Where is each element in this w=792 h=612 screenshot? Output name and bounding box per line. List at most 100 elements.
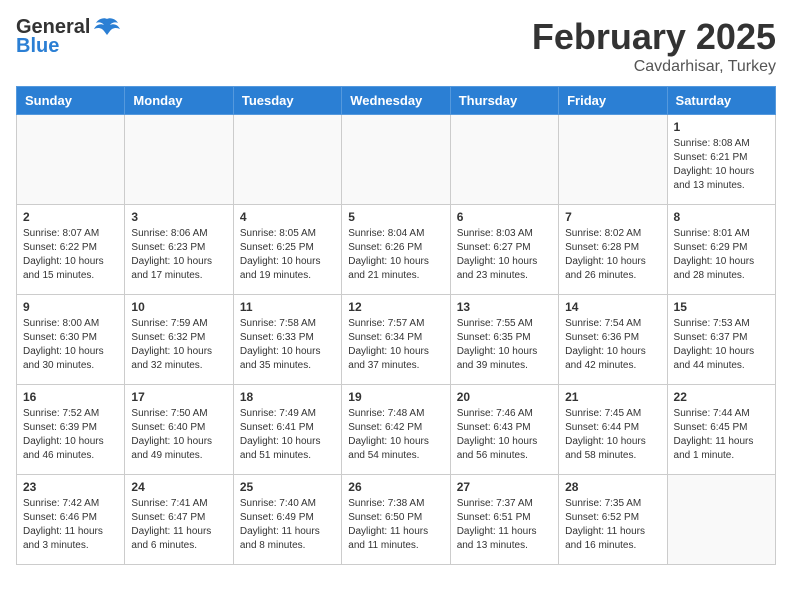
day-number: 17 — [131, 390, 226, 404]
day-info: Sunrise: 7:44 AM Sunset: 6:45 PM Dayligh… — [674, 407, 769, 463]
day-of-week-header: Monday — [125, 87, 233, 115]
day-info: Sunrise: 8:07 AM Sunset: 6:22 PM Dayligh… — [23, 227, 118, 283]
calendar-cell: 20Sunrise: 7:46 AM Sunset: 6:43 PM Dayli… — [450, 385, 558, 475]
day-number: 5 — [348, 210, 443, 224]
day-number: 16 — [23, 390, 118, 404]
calendar-cell: 24 Sunrise: 7:41 AM Sunset: 6:47 PM Dayli… — [125, 475, 233, 565]
day-info: Sunrise: 7:48 AM Sunset: 6:42 PM Dayligh… — [348, 407, 443, 463]
day-number: 3 — [131, 210, 226, 224]
day-number: 4 — [240, 210, 335, 224]
calendar-cell: 9 Sunrise: 8:00 AM Sunset: 6:30 PM Daylig… — [17, 295, 125, 385]
day-of-week-header: Friday — [559, 87, 667, 115]
calendar-cell: 5 Sunrise: 8:04 AM Sunset: 6:26 PM Daylig… — [342, 205, 450, 295]
calendar-cell — [17, 115, 125, 205]
day-info: Sunrise: 7:58 AM Sunset: 6:33 PM Dayligh… — [240, 317, 335, 373]
page-header: General Blue February 2025 Cavdarhisar, … — [16, 16, 776, 76]
week-row: 16Sunrise: 7:52 AM Sunset: 6:39 PM Dayli… — [17, 385, 776, 475]
calendar-cell: 19 Sunrise: 7:48 AM Sunset: 6:42 PM Dayli… — [342, 385, 450, 475]
calendar-cell — [559, 115, 667, 205]
calendar-cell: 11 Sunrise: 7:58 AM Sunset: 6:33 PM Dayli… — [233, 295, 341, 385]
calendar-cell: 12 Sunrise: 7:57 AM Sunset: 6:34 PM Dayli… — [342, 295, 450, 385]
calendar-cell: 2Sunrise: 8:07 AM Sunset: 6:22 PM Daylig… — [17, 205, 125, 295]
calendar-cell: 13 Sunrise: 7:55 AM Sunset: 6:35 PM Dayli… — [450, 295, 558, 385]
calendar-cell: 14 Sunrise: 7:54 AM Sunset: 6:36 PM Dayli… — [559, 295, 667, 385]
calendar-cell: 17 Sunrise: 7:50 AM Sunset: 6:40 PM Dayli… — [125, 385, 233, 475]
day-info: Sunrise: 7:46 AM Sunset: 6:43 PM Dayligh… — [457, 407, 552, 463]
calendar-cell — [233, 115, 341, 205]
day-number: 27 — [457, 480, 552, 494]
title-area: February 2025 Cavdarhisar, Turkey — [532, 16, 776, 76]
day-info: Sunrise: 7:50 AM Sunset: 6:40 PM Dayligh… — [131, 407, 226, 463]
day-info: Sunrise: 7:40 AM Sunset: 6:49 PM Dayligh… — [240, 497, 335, 553]
day-number: 21 — [565, 390, 660, 404]
week-row: 9 Sunrise: 8:00 AM Sunset: 6:30 PM Daylig… — [17, 295, 776, 385]
day-number: 13 — [457, 300, 552, 314]
day-number: 12 — [348, 300, 443, 314]
calendar-cell: 27 Sunrise: 7:37 AM Sunset: 6:51 PM Dayli… — [450, 475, 558, 565]
day-info: Sunrise: 7:37 AM Sunset: 6:51 PM Dayligh… — [457, 497, 552, 553]
day-info: Sunrise: 8:02 AM Sunset: 6:28 PM Dayligh… — [565, 227, 660, 283]
calendar-cell: 8Sunrise: 8:01 AM Sunset: 6:29 PM Daylig… — [667, 205, 775, 295]
day-info: Sunrise: 8:01 AM Sunset: 6:29 PM Dayligh… — [674, 227, 769, 283]
month-title: February 2025 — [532, 16, 776, 58]
calendar-cell: 4 Sunrise: 8:05 AM Sunset: 6:25 PM Daylig… — [233, 205, 341, 295]
day-of-week-header: Tuesday — [233, 87, 341, 115]
calendar-cell: 16Sunrise: 7:52 AM Sunset: 6:39 PM Dayli… — [17, 385, 125, 475]
logo-blue-text: Blue — [16, 35, 59, 58]
logo: General Blue — [16, 16, 120, 58]
day-number: 1 — [674, 120, 769, 134]
day-info: Sunrise: 7:42 AM Sunset: 6:46 PM Dayligh… — [23, 497, 118, 553]
calendar-cell: 1 Sunrise: 8:08 AM Sunset: 6:21 PM Daylig… — [667, 115, 775, 205]
day-info: Sunrise: 7:54 AM Sunset: 6:36 PM Dayligh… — [565, 317, 660, 373]
day-info: Sunrise: 7:59 AM Sunset: 6:32 PM Dayligh… — [131, 317, 226, 373]
day-number: 18 — [240, 390, 335, 404]
day-number: 19 — [348, 390, 443, 404]
week-row: 1 Sunrise: 8:08 AM Sunset: 6:21 PM Daylig… — [17, 115, 776, 205]
calendar-cell: 15 Sunrise: 7:53 AM Sunset: 6:37 PM Dayli… — [667, 295, 775, 385]
day-of-week-header: Wednesday — [342, 87, 450, 115]
day-info: Sunrise: 7:49 AM Sunset: 6:41 PM Dayligh… — [240, 407, 335, 463]
calendar-cell: 26 Sunrise: 7:38 AM Sunset: 6:50 PM Dayli… — [342, 475, 450, 565]
day-info: Sunrise: 8:04 AM Sunset: 6:26 PM Dayligh… — [348, 227, 443, 283]
day-info: Sunrise: 8:08 AM Sunset: 6:21 PM Dayligh… — [674, 137, 769, 193]
day-info: Sunrise: 7:57 AM Sunset: 6:34 PM Dayligh… — [348, 317, 443, 373]
day-info: Sunrise: 7:55 AM Sunset: 6:35 PM Dayligh… — [457, 317, 552, 373]
day-info: Sunrise: 7:41 AM Sunset: 6:47 PM Dayligh… — [131, 497, 226, 553]
day-number: 10 — [131, 300, 226, 314]
day-number: 7 — [565, 210, 660, 224]
day-info: Sunrise: 8:00 AM Sunset: 6:30 PM Dayligh… — [23, 317, 118, 373]
day-number: 9 — [23, 300, 118, 314]
day-number: 23 — [23, 480, 118, 494]
calendar-cell: 3 Sunrise: 8:06 AM Sunset: 6:23 PM Daylig… — [125, 205, 233, 295]
day-number: 24 — [131, 480, 226, 494]
day-number: 15 — [674, 300, 769, 314]
day-of-week-header: Sunday — [17, 87, 125, 115]
day-info: Sunrise: 7:45 AM Sunset: 6:44 PM Dayligh… — [565, 407, 660, 463]
calendar-cell — [125, 115, 233, 205]
calendar-cell — [667, 475, 775, 565]
calendar-cell: 10 Sunrise: 7:59 AM Sunset: 6:32 PM Dayli… — [125, 295, 233, 385]
calendar-cell: 28Sunrise: 7:35 AM Sunset: 6:52 PM Dayli… — [559, 475, 667, 565]
calendar-cell — [342, 115, 450, 205]
calendar-header-row: SundayMondayTuesdayWednesdayThursdayFrid… — [17, 87, 776, 115]
logo-bird-icon — [94, 17, 120, 39]
calendar-table: SundayMondayTuesdayWednesdayThursdayFrid… — [16, 86, 776, 565]
day-number: 22 — [674, 390, 769, 404]
calendar-cell: 25 Sunrise: 7:40 AM Sunset: 6:49 PM Dayli… — [233, 475, 341, 565]
day-number: 26 — [348, 480, 443, 494]
day-info: Sunrise: 8:06 AM Sunset: 6:23 PM Dayligh… — [131, 227, 226, 283]
day-number: 11 — [240, 300, 335, 314]
day-number: 25 — [240, 480, 335, 494]
day-info: Sunrise: 7:35 AM Sunset: 6:52 PM Dayligh… — [565, 497, 660, 553]
day-info: Sunrise: 8:03 AM Sunset: 6:27 PM Dayligh… — [457, 227, 552, 283]
calendar-cell: 21 Sunrise: 7:45 AM Sunset: 6:44 PM Dayli… — [559, 385, 667, 475]
calendar-cell: 23 Sunrise: 7:42 AM Sunset: 6:46 PM Dayli… — [17, 475, 125, 565]
week-row: 23 Sunrise: 7:42 AM Sunset: 6:46 PM Dayli… — [17, 475, 776, 565]
day-of-week-header: Saturday — [667, 87, 775, 115]
calendar-cell: 6Sunrise: 8:03 AM Sunset: 6:27 PM Daylig… — [450, 205, 558, 295]
day-number: 14 — [565, 300, 660, 314]
calendar-cell: 18 Sunrise: 7:49 AM Sunset: 6:41 PM Dayli… — [233, 385, 341, 475]
day-info: Sunrise: 7:38 AM Sunset: 6:50 PM Dayligh… — [348, 497, 443, 553]
day-info: Sunrise: 7:53 AM Sunset: 6:37 PM Dayligh… — [674, 317, 769, 373]
day-info: Sunrise: 8:05 AM Sunset: 6:25 PM Dayligh… — [240, 227, 335, 283]
